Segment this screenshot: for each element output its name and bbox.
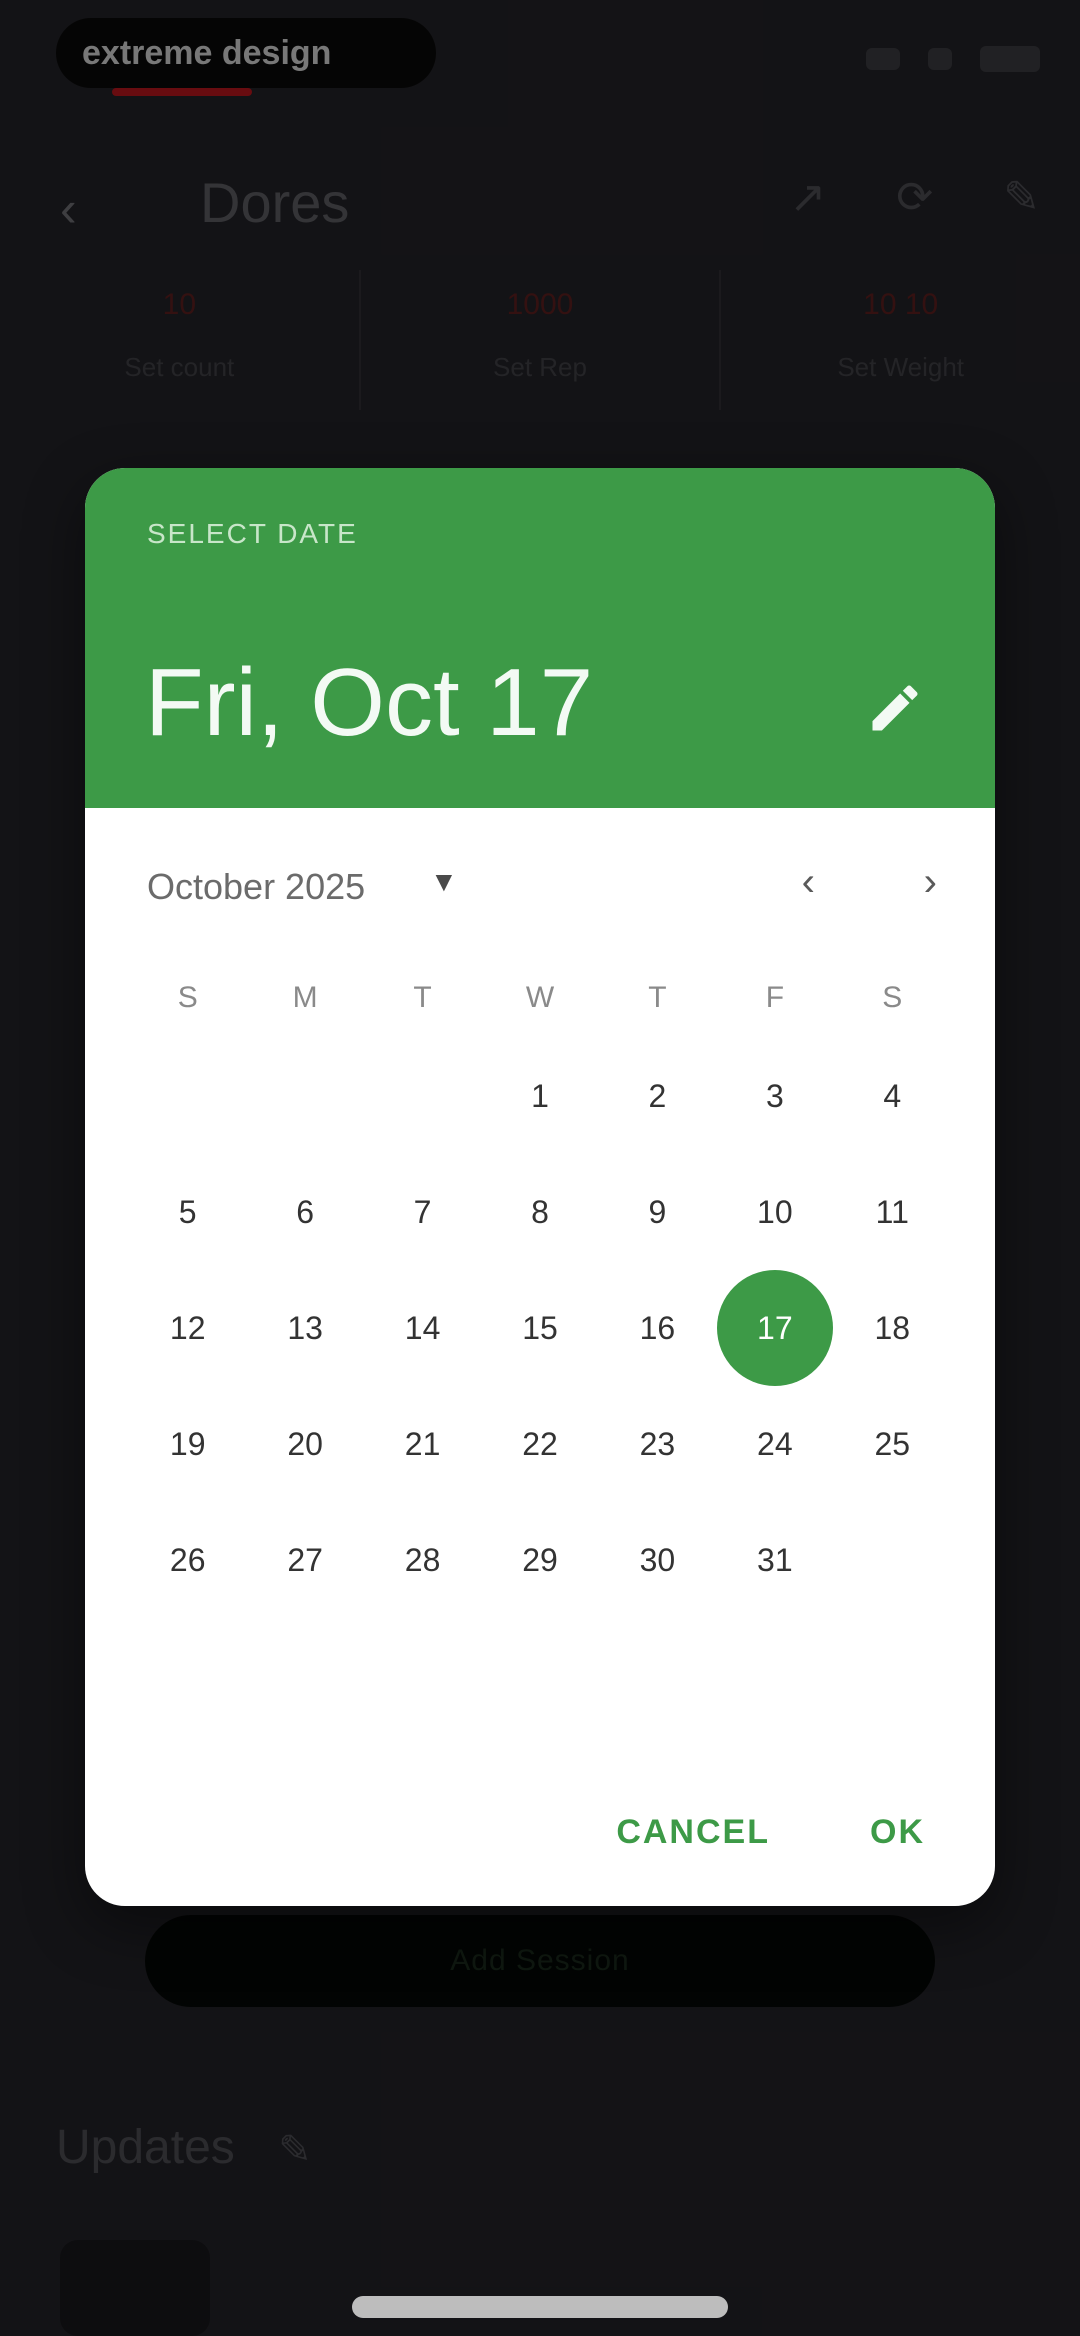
calendar-day-empty xyxy=(129,1038,246,1154)
calendar-day[interactable]: 30 xyxy=(599,1502,716,1618)
day-number: 4 xyxy=(883,1077,902,1114)
calendar-day[interactable]: 28 xyxy=(364,1502,481,1618)
day-number: 2 xyxy=(648,1077,667,1114)
selected-date-text: Fri, Oct 17 xyxy=(145,649,594,756)
calendar-day[interactable]: 19 xyxy=(129,1386,246,1502)
day-number: 31 xyxy=(757,1541,793,1578)
day-number: 8 xyxy=(531,1193,549,1230)
date-picker-header: SELECT DATE Fri, Oct 17 xyxy=(85,468,995,808)
weekday-label: F xyxy=(765,981,785,1014)
day-number: 3 xyxy=(765,1077,784,1114)
calendar-day[interactable]: 20 xyxy=(246,1386,363,1502)
day-number: 6 xyxy=(296,1193,315,1230)
home-indicator[interactable] xyxy=(352,2296,728,2318)
chevron-right-icon[interactable]: › xyxy=(924,860,937,905)
calendar-day[interactable]: 1 xyxy=(481,1038,598,1154)
calendar-week-row: 26 27 28 29 30 31 xyxy=(129,1502,951,1618)
day-number: 23 xyxy=(639,1425,676,1462)
calendar-day[interactable]: 27 xyxy=(246,1502,363,1618)
calendar-day[interactable]: 22 xyxy=(481,1386,598,1502)
weekday-label: M xyxy=(292,981,318,1014)
day-number: 30 xyxy=(639,1541,676,1578)
calendar-day[interactable]: 2 xyxy=(599,1038,716,1154)
month-year-dropdown[interactable]: October 2025 xyxy=(147,866,365,908)
weekday-label: T xyxy=(648,981,667,1014)
calendar-day[interactable]: 14 xyxy=(364,1270,481,1386)
weekday-header-row: S M T W T F S xyxy=(129,958,951,1038)
calendar-day[interactable]: 23 xyxy=(599,1386,716,1502)
calendar-day-empty xyxy=(364,1038,481,1154)
weekday-label: S xyxy=(882,981,903,1014)
day-number: 22 xyxy=(522,1425,558,1462)
day-number: 21 xyxy=(404,1425,441,1462)
day-number: 26 xyxy=(169,1541,206,1578)
day-number: 27 xyxy=(287,1541,323,1578)
calendar-day[interactable]: 8 xyxy=(481,1154,598,1270)
header-label: SELECT DATE xyxy=(147,518,358,549)
calendar-day[interactable]: 26 xyxy=(129,1502,246,1618)
weekday-label: T xyxy=(413,981,432,1014)
day-number: 14 xyxy=(404,1309,441,1346)
day-number: 18 xyxy=(874,1309,911,1346)
cancel-button[interactable]: CANCEL xyxy=(616,1813,770,1852)
calendar-day[interactable]: 24 xyxy=(716,1386,833,1502)
calendar-day[interactable]: 21 xyxy=(364,1386,481,1502)
day-number: 15 xyxy=(522,1309,558,1346)
calendar-day[interactable]: 4 xyxy=(834,1038,951,1154)
day-number: 10 xyxy=(757,1193,793,1230)
calendar-day-empty xyxy=(834,1502,951,1618)
day-number: 29 xyxy=(522,1541,558,1578)
calendar-day[interactable]: 5 xyxy=(129,1154,246,1270)
day-number: 11 xyxy=(875,1193,909,1230)
calendar-day[interactable]: 18 xyxy=(834,1270,951,1386)
calendar-week-row: 5 6 7 8 9 10 11 xyxy=(129,1154,951,1270)
ok-button[interactable]: OK xyxy=(870,1813,925,1852)
calendar-day-empty xyxy=(246,1038,363,1154)
day-number: 1 xyxy=(531,1077,549,1114)
weekday-label: S xyxy=(177,981,198,1014)
day-number: 20 xyxy=(287,1425,323,1462)
calendar-week-row: 1 2 3 4 xyxy=(129,1038,951,1154)
day-number: 24 xyxy=(757,1425,793,1462)
chevron-left-icon[interactable]: ‹ xyxy=(802,860,815,905)
pencil-icon[interactable] xyxy=(865,678,925,738)
month-navigation: October 2025 ▼ ‹ › xyxy=(85,848,995,928)
calendar-day[interactable]: 29 xyxy=(481,1502,598,1618)
calendar-day[interactable]: 9 xyxy=(599,1154,716,1270)
calendar-day[interactable]: 15 xyxy=(481,1270,598,1386)
calendar-week-row: 12 13 14 15 16 17 18 xyxy=(129,1270,951,1386)
day-number: 5 xyxy=(178,1193,197,1230)
calendar-day[interactable]: 31 xyxy=(716,1502,833,1618)
caret-down-icon[interactable]: ▼ xyxy=(430,866,458,898)
day-number: 7 xyxy=(413,1193,432,1230)
calendar-day[interactable]: 7 xyxy=(364,1154,481,1270)
calendar-day[interactable]: 25 xyxy=(834,1386,951,1502)
calendar-week-row: 19 20 21 22 23 24 25 xyxy=(129,1386,951,1502)
day-number: 28 xyxy=(404,1541,441,1578)
date-picker-dialog: SELECT DATE Fri, Oct 17 October 2025 ▼ ‹… xyxy=(85,468,995,1906)
calendar-day[interactable]: 12 xyxy=(129,1270,246,1386)
day-number: 9 xyxy=(648,1193,667,1230)
calendar-day[interactable]: 10 xyxy=(716,1154,833,1270)
day-number: 17 xyxy=(716,1270,833,1386)
day-number: 16 xyxy=(639,1309,676,1346)
dialog-actions: CANCEL OK xyxy=(616,1813,925,1852)
day-number: 25 xyxy=(874,1425,911,1462)
day-number: 19 xyxy=(169,1425,206,1462)
calendar-day[interactable]: 16 xyxy=(599,1270,716,1386)
calendar-day[interactable]: 6 xyxy=(246,1154,363,1270)
calendar-day[interactable]: 11 xyxy=(834,1154,951,1270)
calendar-grid: S M T W T F S 1 2 3 4 5 6 7 8 9 10 11 12 xyxy=(129,958,951,1618)
calendar-day-selected[interactable]: 17 xyxy=(716,1270,833,1386)
weekday-label: W xyxy=(525,981,555,1014)
calendar-day[interactable]: 3 xyxy=(716,1038,833,1154)
calendar-day[interactable]: 13 xyxy=(246,1270,363,1386)
day-number: 12 xyxy=(169,1309,206,1346)
day-number: 13 xyxy=(287,1309,323,1346)
